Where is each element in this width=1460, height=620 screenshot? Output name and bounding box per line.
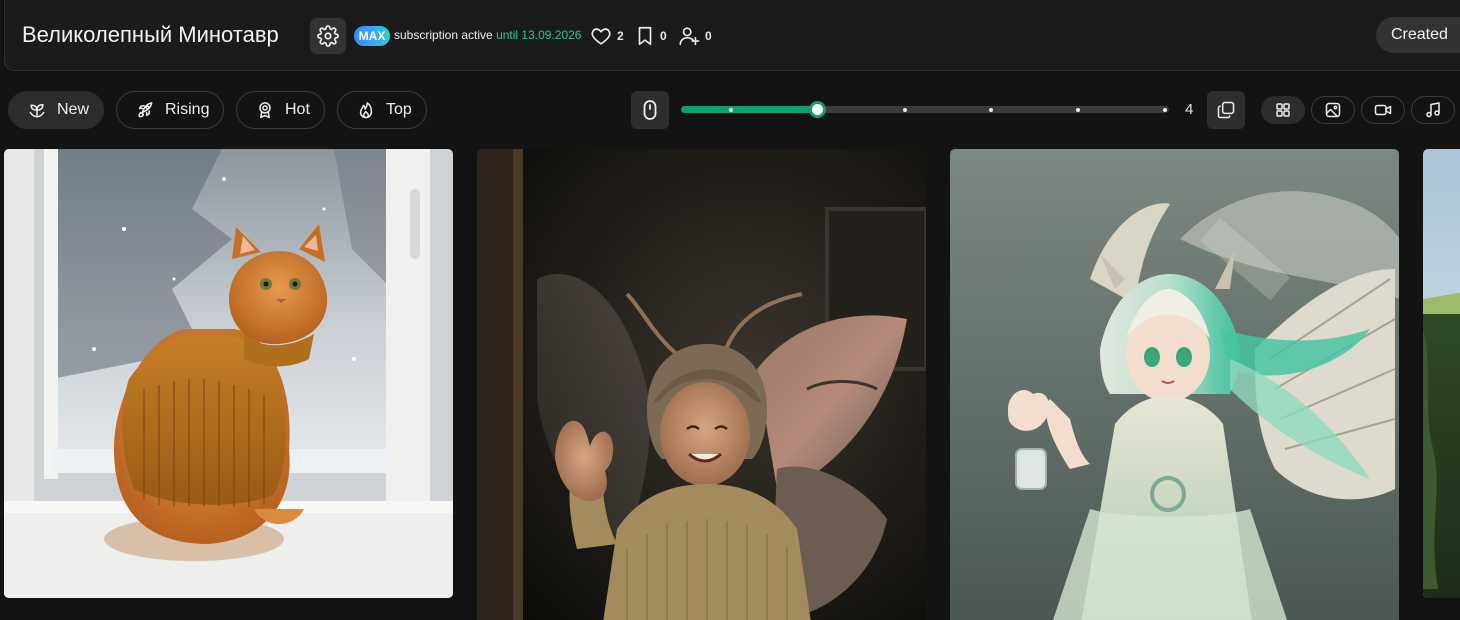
filter-hot-label: Hot <box>285 101 310 118</box>
slider-thumb[interactable] <box>809 101 827 118</box>
slider-stop[interactable] <box>989 108 994 112</box>
likes-count: 2 <box>617 29 624 43</box>
heart-icon <box>590 25 612 47</box>
subscription-status: subscription active until 13.09.2026 <box>394 28 581 42</box>
gallery-card[interactable] <box>1423 149 1460 598</box>
slider-stop[interactable] <box>1076 108 1081 112</box>
grid-columns-count: 4 <box>1185 101 1194 118</box>
grid-icon <box>1275 102 1291 118</box>
media-type-video[interactable] <box>1361 96 1405 124</box>
rocket-icon <box>135 100 155 120</box>
profile-header: Великолепный Минотавр MAX subscription a… <box>4 0 1460 71</box>
slider-stop[interactable] <box>1163 108 1167 112</box>
filter-hot[interactable]: Hot <box>236 91 325 129</box>
subscription-until: until 13.09.2026 <box>496 28 582 42</box>
media-type-all[interactable] <box>1261 96 1305 124</box>
media-type-audio[interactable] <box>1411 96 1455 124</box>
sprout-icon <box>27 100 47 120</box>
filter-top[interactable]: Top <box>337 91 427 129</box>
slider-fill <box>681 106 818 113</box>
gallery-card[interactable] <box>477 149 926 620</box>
image-icon <box>1325 102 1341 118</box>
award-icon <box>255 100 275 120</box>
copy-icon <box>1216 100 1236 120</box>
filter-new[interactable]: New <box>8 91 104 129</box>
music-note-icon <box>1425 102 1441 118</box>
gear-icon <box>317 25 339 47</box>
copy-layout-button[interactable] <box>1207 91 1245 129</box>
scroll-mode-button[interactable] <box>631 91 669 129</box>
slider-stop[interactable] <box>902 108 907 112</box>
video-icon <box>1374 102 1392 118</box>
likes-stat[interactable]: 2 <box>590 24 624 48</box>
followers-count: 0 <box>705 29 712 43</box>
settings-button[interactable] <box>310 18 346 54</box>
media-type-image[interactable] <box>1311 96 1355 124</box>
filter-top-label: Top <box>386 101 412 118</box>
saves-count: 0 <box>660 29 667 43</box>
sort-label: Created <box>1391 26 1448 43</box>
gallery-card[interactable] <box>4 149 453 598</box>
saves-stat[interactable]: 0 <box>635 24 667 48</box>
filter-rising[interactable]: Rising <box>116 91 224 129</box>
mouse-icon <box>642 99 658 121</box>
sort-dropdown[interactable]: Created <box>1376 17 1460 53</box>
profile-name: Великолепный Минотавр <box>22 22 279 47</box>
gallery-card[interactable] <box>950 149 1399 620</box>
bookmark-icon <box>635 25 655 47</box>
gallery-image-cliff-landscape <box>1423 149 1460 598</box>
flame-icon <box>356 100 376 120</box>
grid-size-slider[interactable] <box>681 101 1169 118</box>
filter-new-label: New <box>57 101 90 118</box>
gallery-image-moth-girl <box>477 149 926 620</box>
gallery-image-anime-dragon-girl <box>950 149 1399 620</box>
user-plus-icon <box>678 25 700 47</box>
filter-rising-label: Rising <box>165 101 210 118</box>
subscription-label: subscription active <box>394 28 493 42</box>
gallery-image-cat <box>4 149 453 598</box>
max-badge[interactable]: MAX <box>354 26 390 46</box>
followers-stat[interactable]: 0 <box>678 24 712 48</box>
slider-stop[interactable] <box>729 108 733 112</box>
